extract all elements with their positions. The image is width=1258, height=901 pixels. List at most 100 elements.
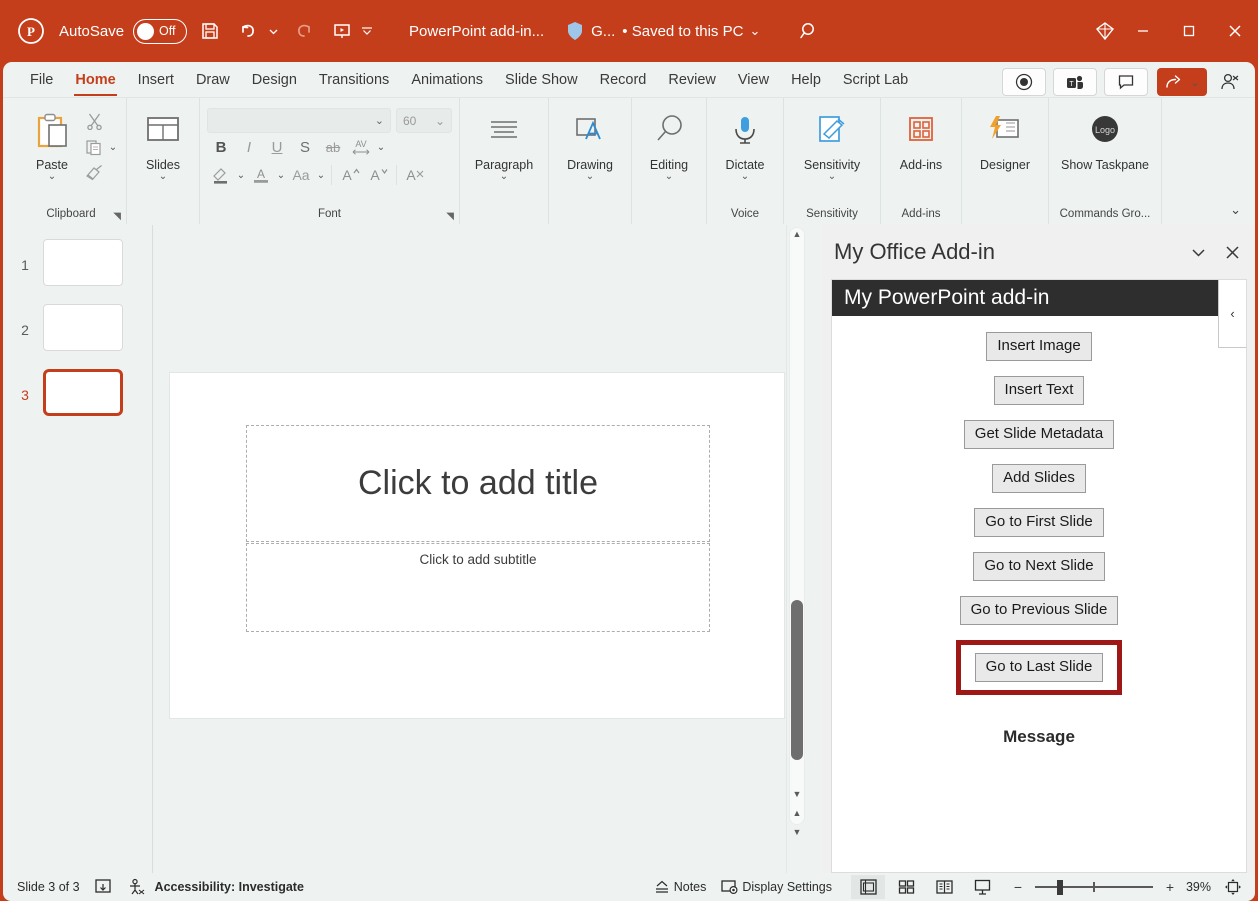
character-spacing-button[interactable]: AV <box>347 134 375 160</box>
cut-button[interactable] <box>81 108 119 134</box>
record-button[interactable] <box>1002 68 1046 96</box>
change-case-chevron-down-icon[interactable]: ⌄ <box>315 170 327 181</box>
undo-icon[interactable] <box>233 16 263 46</box>
get-slide-metadata-button[interactable]: Get Slide Metadata <box>963 420 1115 449</box>
text-highlight-chevron-down-icon[interactable]: ⌄ <box>235 170 247 181</box>
accessibility-icon[interactable] <box>119 875 153 899</box>
scroll-up-arrow-icon[interactable]: ▲ <box>787 229 807 239</box>
italic-button[interactable]: I <box>235 134 263 160</box>
thumbnail-slide-1[interactable]: 1 <box>3 239 152 286</box>
format-painter-button[interactable] <box>81 160 119 186</box>
slides-button[interactable]: Slides ⌄ <box>134 102 192 182</box>
previous-slide-arrow-icon[interactable]: ▲ <box>787 808 807 818</box>
underline-button[interactable]: U <box>263 134 291 160</box>
addin-collapse-chevron-left-icon[interactable]: ‹ <box>1218 280 1246 348</box>
close-icon[interactable] <box>1212 9 1258 53</box>
copy-chevron-down-icon[interactable]: ⌄ <box>107 142 119 153</box>
sensitivity-label-badge[interactable]: G... <box>566 21 615 41</box>
slide-sorter-view-button[interactable] <box>889 875 923 899</box>
autosave-toggle[interactable]: Off <box>133 18 188 44</box>
text-highlight-button[interactable] <box>207 162 235 188</box>
scroll-down-arrow-icon[interactable]: ▼ <box>787 789 807 799</box>
search-icon[interactable] <box>794 16 824 46</box>
undo-dropdown-icon[interactable] <box>265 16 281 46</box>
taskpane-options-chevron-down-icon[interactable] <box>1181 235 1215 269</box>
zoom-slider-handle[interactable] <box>1057 880 1063 895</box>
minimize-icon[interactable] <box>1120 9 1166 53</box>
quick-access-more-icon[interactable] <box>359 16 375 46</box>
scrollbar-thumb[interactable] <box>791 600 803 760</box>
shadow-button[interactable]: S <box>291 134 319 160</box>
accessibility-status-text[interactable]: Accessibility: Investigate <box>153 875 311 899</box>
tab-view[interactable]: View <box>727 63 780 97</box>
insert-text-button[interactable]: Insert Text <box>993 376 1085 405</box>
redo-icon[interactable] <box>289 16 319 46</box>
comments-button[interactable] <box>1104 68 1148 96</box>
editing-chevron-down-icon[interactable]: ⌄ <box>665 172 673 182</box>
clear-formatting-button[interactable]: A <box>401 162 429 188</box>
save-state-label[interactable]: • Saved to this PC <box>622 23 743 40</box>
tab-review[interactable]: Review <box>657 63 727 97</box>
add-ins-button[interactable]: Add-ins <box>888 102 954 172</box>
slide-show-view-button[interactable] <box>965 875 999 899</box>
go-to-next-slide-button[interactable]: Go to Next Slide <box>973 552 1105 581</box>
fit-to-window-button[interactable] <box>1219 878 1247 896</box>
tab-help[interactable]: Help <box>780 63 832 97</box>
share-chevron-down-icon[interactable]: ⌄ <box>1189 76 1201 89</box>
font-color-chevron-down-icon[interactable]: ⌄ <box>275 170 287 181</box>
designer-button[interactable]: Designer <box>969 102 1041 172</box>
next-slide-arrow-icon[interactable]: ▼ <box>787 827 807 837</box>
sensitivity-button[interactable]: Sensitivity ⌄ <box>791 102 873 182</box>
person-add-button[interactable] <box>1211 67 1249 97</box>
sensitivity-chevron-down-icon[interactable]: ⌄ <box>828 172 836 182</box>
teams-present-button[interactable]: T <box>1053 68 1097 96</box>
tab-record[interactable]: Record <box>589 63 658 97</box>
paragraph-chevron-down-icon[interactable]: ⌄ <box>500 172 508 182</box>
go-to-last-slide-button[interactable]: Go to Last Slide <box>974 653 1104 682</box>
display-settings-button[interactable]: Display Settings <box>713 875 839 899</box>
paragraph-button[interactable]: Paragraph ⌄ <box>467 102 541 182</box>
normal-view-button[interactable] <box>851 875 885 899</box>
maximize-icon[interactable] <box>1166 9 1212 53</box>
copilot-diamond-icon[interactable] <box>1090 16 1120 46</box>
thumbnail-preview[interactable] <box>43 304 123 351</box>
paste-button[interactable]: Paste ⌄ <box>23 102 81 182</box>
show-taskpane-button[interactable]: Logo Show Taskpane <box>1056 102 1154 172</box>
slide-counter[interactable]: Slide 3 of 3 <box>3 875 87 899</box>
start-presentation-icon[interactable] <box>327 16 357 46</box>
clipboard-dialog-launcher-icon[interactable]: ◥ <box>113 211 121 222</box>
slides-chevron-down-icon[interactable]: ⌄ <box>159 172 167 182</box>
font-color-button[interactable]: A <box>247 162 275 188</box>
save-icon[interactable] <box>195 16 225 46</box>
save-state-chevron-down-icon[interactable]: ⌄ <box>749 23 760 39</box>
document-title[interactable]: PowerPoint add-in... <box>409 23 544 40</box>
strikethrough-button[interactable]: ab <box>319 134 347 160</box>
font-dialog-launcher-icon[interactable]: ◥ <box>446 211 454 222</box>
dictate-chevron-down-icon[interactable]: ⌄ <box>741 172 749 182</box>
thumbnail-slide-2[interactable]: 2 <box>3 304 152 351</box>
slide-vertical-scrollbar[interactable]: ▲ ▼ ▲ ▼ <box>786 225 806 873</box>
slide-editor-surface[interactable]: Click to add title Click to add subtitle <box>170 373 784 718</box>
tab-design[interactable]: Design <box>241 63 308 97</box>
tab-file[interactable]: File <box>19 63 64 97</box>
font-name-input[interactable]: ⌄ <box>207 108 391 133</box>
tab-animations[interactable]: Animations <box>400 63 494 97</box>
font-size-chevron-down-icon[interactable]: ⌄ <box>435 114 445 128</box>
decrease-font-size-button[interactable]: A <box>364 162 392 188</box>
tab-script-lab[interactable]: Script Lab <box>832 63 919 97</box>
notes-button[interactable]: Notes <box>646 875 714 899</box>
collapse-ribbon-chevron-down-icon[interactable]: ⌄ <box>1230 202 1241 218</box>
zoom-out-button[interactable]: − <box>1011 879 1025 895</box>
drawing-button[interactable]: Drawing ⌄ <box>556 102 624 182</box>
reading-view-button[interactable] <box>927 875 961 899</box>
paste-chevron-down-icon[interactable]: ⌄ <box>48 172 56 182</box>
drawing-chevron-down-icon[interactable]: ⌄ <box>586 172 594 182</box>
tab-home[interactable]: Home <box>64 63 126 97</box>
go-to-previous-slide-button[interactable]: Go to Previous Slide <box>959 596 1119 625</box>
add-slides-button[interactable]: Add Slides <box>992 464 1086 493</box>
tab-transitions[interactable]: Transitions <box>308 63 400 97</box>
share-button[interactable]: ⌄ <box>1157 68 1207 96</box>
tab-slide-show[interactable]: Slide Show <box>494 63 589 97</box>
thumbnail-preview[interactable] <box>43 239 123 286</box>
character-spacing-chevron-down-icon[interactable]: ⌄ <box>375 142 387 153</box>
